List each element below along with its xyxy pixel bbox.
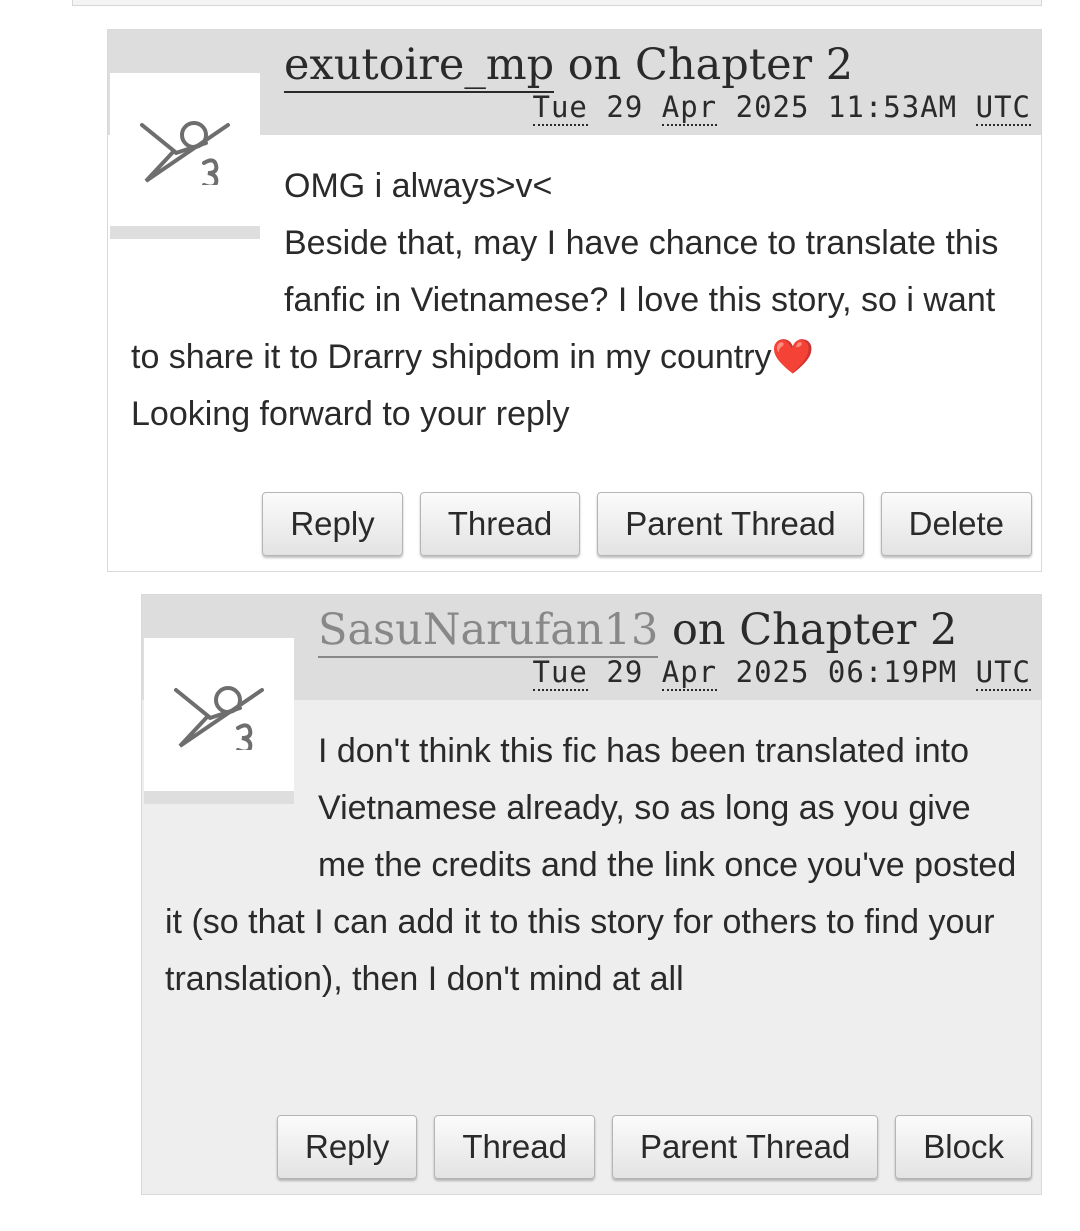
chapter-link[interactable]: Chapter 2 bbox=[635, 40, 853, 90]
comment-actions: Reply Thread Parent Thread Block bbox=[277, 1115, 1032, 1179]
month: Apr bbox=[661, 655, 718, 691]
on-text: on bbox=[658, 605, 740, 655]
comment-heading: exutoire_mp on Chapter 2 bbox=[284, 40, 853, 93]
reply-button[interactable]: Reply bbox=[277, 1115, 418, 1179]
year: 2025 bbox=[735, 655, 810, 689]
heart-emoji-icon: ❤️ bbox=[771, 338, 814, 376]
parent-thread-button[interactable]: Parent Thread bbox=[611, 1115, 879, 1179]
parent-thread-button[interactable]: Parent Thread bbox=[597, 492, 864, 556]
time: 06:19PM bbox=[827, 655, 958, 689]
day: 29 bbox=[606, 655, 644, 689]
timezone: UTC bbox=[975, 90, 1031, 126]
weekday: Tue bbox=[532, 655, 588, 691]
month: Apr bbox=[661, 90, 718, 126]
timezone: UTC bbox=[975, 655, 1031, 691]
delete-button[interactable]: Delete bbox=[880, 492, 1032, 556]
day: 29 bbox=[606, 90, 644, 124]
comment-username-link[interactable]: SasuNarufan13 bbox=[318, 605, 659, 658]
weekday: Tue bbox=[532, 90, 588, 126]
comment-reply: SasuNarufan13 on Chapter 2 Tue 29 Apr 20… bbox=[141, 594, 1042, 1195]
comment-line: Looking forward to your reply bbox=[131, 395, 570, 433]
comment-actions: Reply Thread Parent Thread Delete bbox=[262, 492, 1032, 556]
chapter-link[interactable]: Chapter 2 bbox=[739, 605, 957, 655]
comment-body: I don't think this fic has been translat… bbox=[165, 723, 1021, 1008]
thread-button[interactable]: Thread bbox=[434, 1115, 595, 1179]
block-button[interactable]: Block bbox=[895, 1115, 1032, 1179]
year: 2025 bbox=[735, 90, 810, 124]
thread-button[interactable]: Thread bbox=[419, 492, 581, 556]
on-text: on bbox=[554, 40, 636, 90]
reply-button[interactable]: Reply bbox=[262, 492, 403, 556]
time: 11:53AM bbox=[827, 90, 958, 124]
comment-body: OMG i always>v< Beside that, may I have … bbox=[131, 158, 1021, 443]
comment: exutoire_mp on Chapter 2 Tue 29 Apr 2025… bbox=[107, 29, 1042, 572]
comment-datetime: Tue 29 Apr 2025 11:53AM UTC bbox=[532, 90, 1031, 126]
previous-comment-edge bbox=[72, 0, 1042, 6]
comment-username-link[interactable]: exutoire_mp bbox=[284, 40, 555, 93]
comment-datetime: Tue 29 Apr 2025 06:19PM UTC bbox=[532, 655, 1031, 691]
comment-heading: SasuNarufan13 on Chapter 2 bbox=[318, 605, 957, 658]
